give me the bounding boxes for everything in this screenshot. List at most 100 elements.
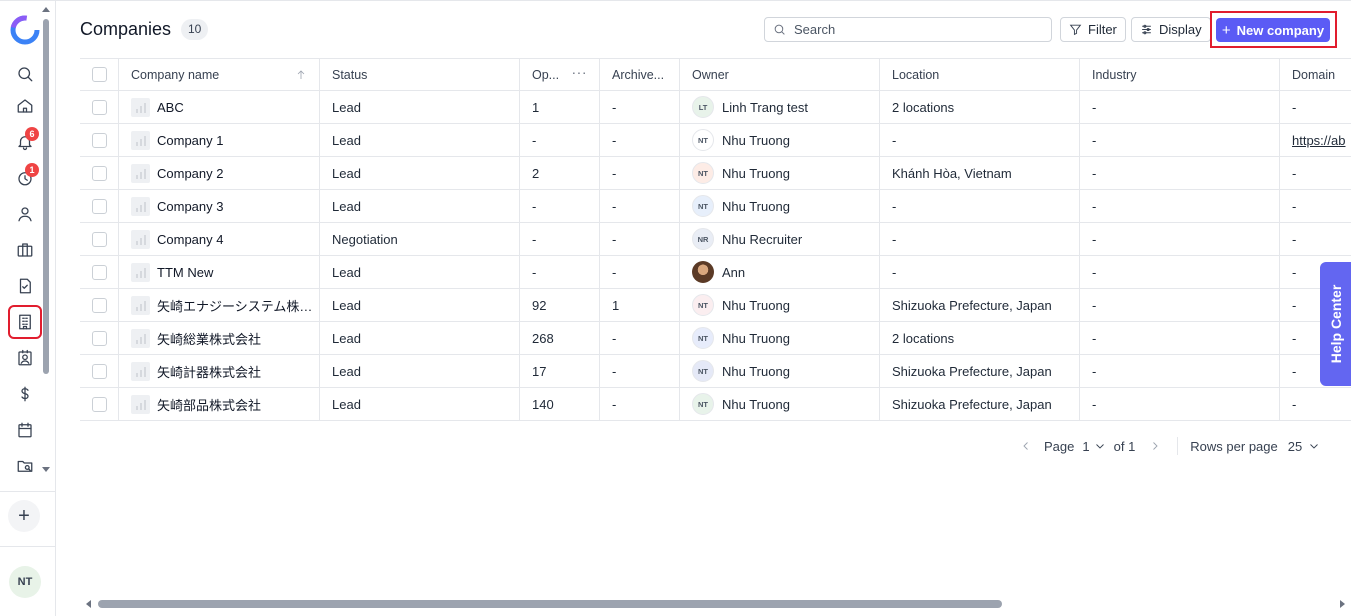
status-cell[interactable]: Lead [320, 388, 520, 420]
status-cell[interactable]: Lead [320, 289, 520, 321]
industry-cell[interactable]: - [1080, 190, 1280, 222]
location-cell[interactable]: 2 locations [880, 322, 1080, 354]
horizontal-scroll-thumb[interactable] [98, 600, 1002, 608]
column-header-location[interactable]: Location [880, 59, 1080, 90]
owner-cell[interactable]: NT Nhu Truong [680, 157, 880, 189]
domain-cell[interactable]: - [1280, 91, 1351, 123]
owner-cell[interactable]: NR Nhu Recruiter [680, 223, 880, 255]
row-checkbox[interactable] [91, 132, 107, 148]
company-name-cell[interactable]: Company 2 [119, 157, 320, 189]
location-cell[interactable]: - [880, 223, 1080, 255]
archived-cell[interactable]: - [600, 322, 680, 354]
location-cell[interactable]: - [880, 124, 1080, 156]
user-avatar[interactable]: NT [9, 566, 41, 598]
row-checkbox[interactable] [91, 264, 107, 280]
column-header-company-name[interactable]: Company name [119, 59, 320, 90]
column-header-industry[interactable]: Industry [1080, 59, 1280, 90]
opportunities-cell[interactable]: 1 [520, 91, 600, 123]
table-row[interactable]: TTM New Lead - - Ann - - - [80, 256, 1351, 289]
column-header-owner[interactable]: Owner [680, 59, 880, 90]
industry-cell[interactable]: - [1080, 322, 1280, 354]
table-row[interactable]: 矢崎部品株式会社 Lead 140 - NT Nhu Truong Shizuoka Pre… [80, 388, 1351, 421]
archived-cell[interactable]: - [600, 355, 680, 387]
archived-cell[interactable]: - [600, 256, 680, 288]
opportunities-cell[interactable]: 268 [520, 322, 600, 354]
owner-cell[interactable]: NT Nhu Truong [680, 190, 880, 222]
status-cell[interactable]: Lead [320, 190, 520, 222]
company-name-cell[interactable]: Company 1 [119, 124, 320, 156]
nav-home[interactable] [10, 91, 40, 121]
next-page-icon[interactable] [1149, 440, 1161, 452]
nav-files[interactable] [10, 451, 40, 481]
prev-page-icon[interactable] [1020, 440, 1032, 452]
table-row[interactable]: Company 2 Lead 2 - NT Nhu Truong Khánh Hòa, Vi… [80, 157, 1351, 190]
opportunities-cell[interactable]: - [520, 256, 600, 288]
row-checkbox[interactable] [91, 165, 107, 181]
opportunities-cell[interactable]: - [520, 124, 600, 156]
nav-contacts[interactable] [10, 199, 40, 229]
company-name-cell[interactable]: Company 3 [119, 190, 320, 222]
opportunities-cell[interactable]: - [520, 190, 600, 222]
row-checkbox[interactable] [91, 231, 107, 247]
domain-cell[interactable]: - [1280, 157, 1351, 189]
row-checkbox[interactable] [91, 330, 107, 346]
owner-cell[interactable]: NT Nhu Truong [680, 322, 880, 354]
scroll-right-icon[interactable] [1340, 600, 1345, 608]
location-cell[interactable]: 2 locations [880, 91, 1080, 123]
domain-value[interactable]: https://ab [1292, 133, 1345, 148]
table-row[interactable]: Company 4 Negotiation - - NR Nhu Recruiter - - - [80, 223, 1351, 256]
display-button[interactable]: Display [1131, 17, 1211, 42]
opportunities-cell[interactable]: 17 [520, 355, 600, 387]
archived-cell[interactable]: 1 [600, 289, 680, 321]
company-name-cell[interactable]: 矢崎エナジーシステム株式会社 [119, 289, 320, 321]
company-name-cell[interactable]: Company 4 [119, 223, 320, 255]
nav-deals[interactable] [10, 379, 40, 409]
select-all-checkbox[interactable] [91, 67, 107, 82]
domain-cell[interactable]: - [1280, 223, 1351, 255]
domain-cell[interactable]: - [1280, 190, 1351, 222]
location-cell[interactable]: Shizuoka Prefecture, Japan [880, 355, 1080, 387]
status-cell[interactable]: Negotiation [320, 223, 520, 255]
company-name-cell[interactable]: 矢崎部品株式会社 [119, 388, 320, 420]
search-input[interactable] [794, 22, 1034, 37]
archived-cell[interactable]: - [600, 388, 680, 420]
location-cell[interactable]: Shizuoka Prefecture, Japan [880, 289, 1080, 321]
opportunities-cell[interactable]: 140 [520, 388, 600, 420]
status-cell[interactable]: Lead [320, 256, 520, 288]
row-checkbox[interactable] [91, 363, 107, 379]
table-row[interactable]: Company 1 Lead - - NT Nhu Truong - - https://ab [80, 124, 1351, 157]
rail-scrollbar[interactable] [43, 19, 49, 374]
company-name-cell[interactable]: ABC [119, 91, 320, 123]
table-row[interactable]: 矢崎総業株式会社 Lead 268 - NT Nhu Truong 2 locations -… [80, 322, 1351, 355]
industry-cell[interactable]: - [1080, 124, 1280, 156]
row-checkbox[interactable] [91, 198, 107, 214]
opportunities-cell[interactable]: 2 [520, 157, 600, 189]
row-checkbox[interactable] [91, 297, 107, 313]
industry-cell[interactable]: - [1080, 256, 1280, 288]
archived-cell[interactable]: - [600, 91, 680, 123]
status-cell[interactable]: Lead [320, 157, 520, 189]
column-header-status[interactable]: Status [320, 59, 520, 90]
nav-search[interactable] [10, 59, 40, 89]
company-name-cell[interactable]: TTM New [119, 256, 320, 288]
new-company-button[interactable]: + New company [1216, 18, 1330, 42]
column-header-opportunities[interactable]: Op... ··· [520, 59, 600, 90]
help-center-tab[interactable]: Help Center [1320, 262, 1351, 386]
company-name-cell[interactable]: 矢崎総業株式会社 [119, 322, 320, 354]
rows-per-page-select[interactable]: 25 [1288, 439, 1320, 454]
sort-arrow-up-icon[interactable] [295, 69, 307, 81]
nav-jobs[interactable] [10, 235, 40, 265]
table-row[interactable]: 矢崎エナジーシステム株式会社 Lead 92 1 NT Nhu Truong Shizuok… [80, 289, 1351, 322]
owner-cell[interactable]: LT Linh Trang test [680, 91, 880, 123]
opportunities-cell[interactable]: 92 [520, 289, 600, 321]
status-cell[interactable]: Lead [320, 322, 520, 354]
filter-button[interactable]: Filter [1060, 17, 1126, 42]
scroll-left-icon[interactable] [86, 600, 91, 608]
domain-cell[interactable]: - [1280, 388, 1351, 420]
table-row[interactable]: ABC Lead 1 - LT Linh Trang test 2 locations - - [80, 91, 1351, 124]
column-header-domain[interactable]: Domain [1280, 59, 1351, 90]
owner-cell[interactable]: Ann [680, 256, 880, 288]
status-cell[interactable]: Lead [320, 124, 520, 156]
column-header-archived[interactable]: Archive... [600, 59, 680, 90]
status-cell[interactable]: Lead [320, 355, 520, 387]
